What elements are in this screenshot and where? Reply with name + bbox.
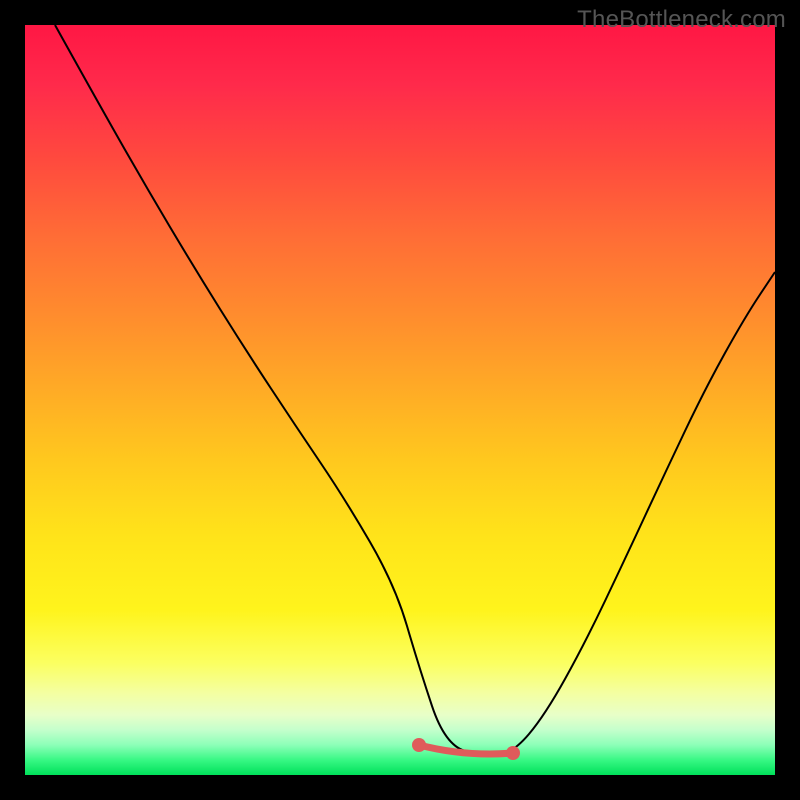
chart-stage: TheBottleneck.com (0, 0, 800, 800)
plot-area (25, 25, 775, 775)
attribution-label: TheBottleneck.com (577, 6, 786, 34)
bottleneck-highlight (419, 745, 513, 754)
highlight-endpoint-left (412, 738, 426, 752)
curve-path (55, 25, 775, 756)
bottleneck-curve (25, 25, 775, 775)
highlight-endpoint-right (506, 746, 520, 760)
